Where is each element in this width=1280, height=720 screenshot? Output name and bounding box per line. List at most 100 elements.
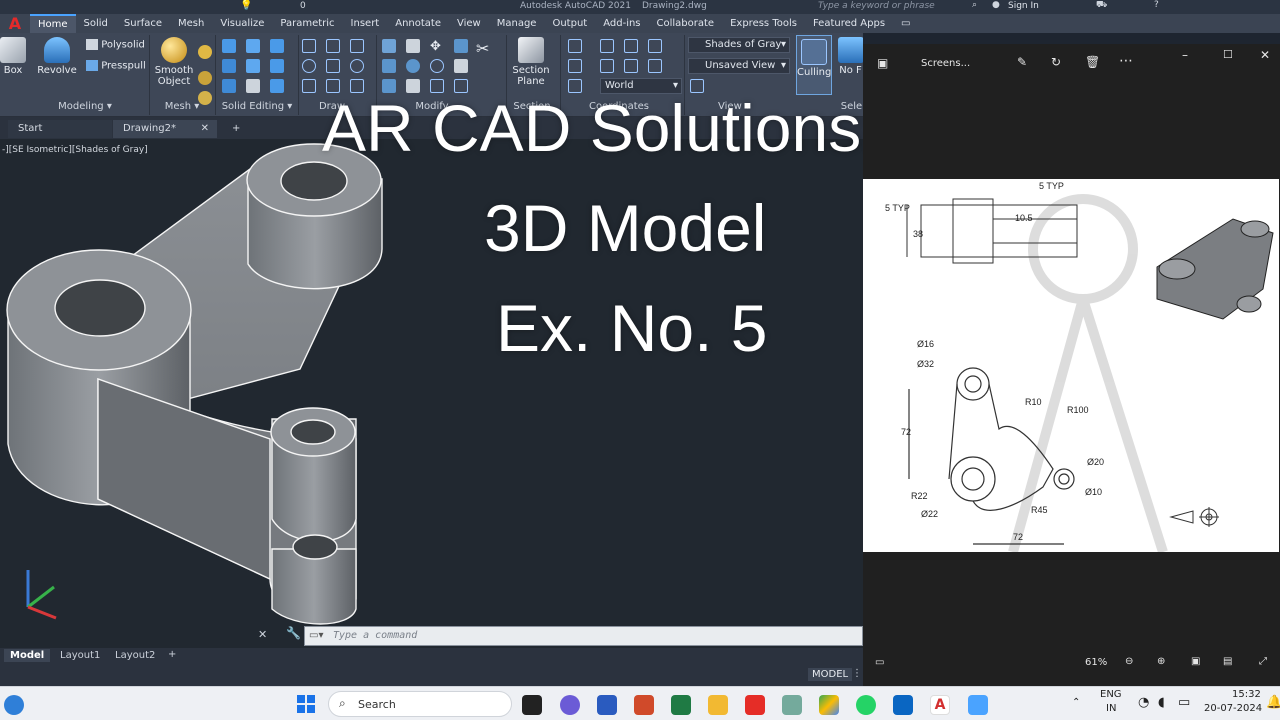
autocad-icon[interactable]: A [930, 695, 950, 715]
tab-add-ins[interactable]: Add-ins [595, 14, 648, 33]
array-icon[interactable] [454, 39, 468, 53]
revolve-button[interactable]: Revolve [36, 37, 78, 76]
linkedin-icon[interactable] [893, 695, 913, 715]
tab-featured-apps[interactable]: Featured Apps [805, 14, 893, 33]
actual-size-icon[interactable]: ▤ [1223, 656, 1232, 667]
tab-model[interactable]: Model [4, 649, 51, 662]
mesh-tool-icon[interactable] [198, 45, 212, 59]
rotate-3d-icon[interactable] [430, 59, 444, 73]
teams-icon[interactable] [560, 695, 580, 715]
spline-icon[interactable] [326, 59, 340, 73]
zoom-in-icon[interactable]: ⊕ [1157, 656, 1165, 667]
circle-icon[interactable] [302, 59, 316, 73]
extract-edges-icon[interactable] [222, 59, 236, 73]
grid-icon[interactable]: ⋮ [852, 668, 862, 679]
tab-layout2[interactable]: Layout2 [115, 650, 155, 661]
fullscreen-icon[interactable]: ⤢ [1259, 656, 1267, 667]
cart-icon[interactable]: ⛟ [1096, 0, 1107, 11]
subtract-icon[interactable] [246, 39, 260, 53]
wrench-icon[interactable]: 🔧 [286, 626, 301, 640]
tab-surface[interactable]: Surface [116, 14, 170, 33]
panel-solid-editing-label[interactable]: Solid Editing ▾ [218, 101, 296, 115]
intersect-icon[interactable] [270, 39, 284, 53]
ribbon-toggle-icon[interactable]: ▭ [893, 14, 918, 33]
word-icon[interactable] [597, 695, 617, 715]
command-close-icon[interactable]: ✕ [258, 628, 267, 641]
edit-icon[interactable]: ✎ [1017, 55, 1027, 69]
region-indicator[interactable]: IN [1106, 703, 1116, 714]
ucs-x-icon[interactable] [648, 59, 662, 73]
tab-solid[interactable]: Solid [76, 14, 116, 33]
stretch-icon[interactable] [454, 59, 468, 73]
new-tab-button[interactable]: + [222, 120, 250, 138]
tab-collaborate[interactable]: Collaborate [649, 14, 723, 33]
offset-icon[interactable] [406, 59, 420, 73]
polygon-icon[interactable] [302, 79, 316, 93]
copy-icon[interactable] [406, 39, 420, 53]
minimize-icon[interactable]: – [1182, 48, 1188, 62]
line-icon[interactable] [302, 39, 316, 53]
google-drive-icon[interactable] [819, 695, 839, 715]
tab-express-tools[interactable]: Express Tools [722, 14, 805, 33]
file-explorer-icon[interactable] [708, 695, 728, 715]
trim-icon[interactable]: ✂ [476, 39, 490, 58]
maximize-icon[interactable]: ☐ [1223, 48, 1233, 61]
box-button[interactable]: Box [0, 37, 26, 76]
3d-model-render[interactable] [0, 139, 400, 629]
no-filter-button[interactable]: No F [838, 37, 863, 76]
move-icon[interactable]: ✥ [430, 39, 444, 54]
ucs-object-icon[interactable] [600, 59, 614, 73]
clock-date[interactable]: 20-07-2024 [1204, 703, 1262, 714]
zoom-out-icon[interactable]: ⊖ [1125, 656, 1133, 667]
whatsapp-icon[interactable] [856, 695, 876, 715]
clock-time[interactable]: 15:32 [1232, 689, 1261, 700]
task-view-icon[interactable] [522, 695, 542, 715]
mirror-icon[interactable] [382, 39, 396, 53]
command-input[interactable]: ▭▾ Type a command [304, 626, 863, 646]
tab-start[interactable]: Start [8, 120, 112, 138]
model-space-toggle[interactable]: MODEL [808, 668, 853, 681]
arc-icon[interactable] [350, 39, 364, 53]
panel-modeling-label[interactable]: Modeling ▾ [30, 101, 140, 115]
polyline-icon[interactable] [326, 39, 340, 53]
application-menu-icon[interactable]: A [0, 14, 30, 33]
tab-view[interactable]: View [449, 14, 489, 33]
language-indicator[interactable]: ENG [1100, 689, 1122, 700]
command-history-icon[interactable]: ▭▾ [309, 630, 323, 641]
taskbar-search-box[interactable]: ⌕ Search [328, 691, 512, 717]
fit-to-window-icon[interactable]: ▣ [1191, 656, 1200, 667]
add-layout-button[interactable]: + [168, 649, 176, 660]
close-icon[interactable]: ✕ [201, 120, 209, 138]
tab-home[interactable]: Home [30, 14, 76, 33]
union-icon[interactable] [222, 39, 236, 53]
ucs-icon[interactable] [568, 39, 582, 53]
volume-icon[interactable]: ◖ [1158, 695, 1165, 710]
tab-visualize[interactable]: Visualize [212, 14, 272, 33]
delete-icon[interactable]: 🗑 [1085, 55, 1100, 69]
mesh-tool-icon[interactable] [198, 71, 212, 85]
chatgpt-icon[interactable] [782, 695, 802, 715]
tab-manage[interactable]: Manage [489, 14, 545, 33]
user-icon[interactable]: ● [992, 0, 1000, 10]
visual-style-dropdown[interactable]: Shades of Gray ▾ [688, 37, 790, 53]
search-icon[interactable]: ⌕ [972, 0, 977, 10]
polysolid-button[interactable]: Polysolid [86, 39, 145, 51]
tab-drawing2[interactable]: Drawing2* ✕ [113, 120, 217, 138]
photos-icon[interactable] [968, 695, 988, 715]
culling-button[interactable]: Culling [796, 35, 832, 95]
weather-icon[interactable] [4, 695, 24, 715]
shell-icon[interactable] [270, 59, 284, 73]
lightbulb-icon[interactable]: 💡 [240, 0, 252, 11]
thicken-icon[interactable] [246, 79, 260, 93]
powerpoint-icon[interactable] [634, 695, 654, 715]
section-plane-button[interactable]: Section Plane [512, 37, 550, 87]
panel-mesh-label[interactable]: Mesh ▾ [152, 101, 212, 115]
tab-output[interactable]: Output [544, 14, 595, 33]
start-button[interactable] [297, 695, 315, 713]
rotate-icon[interactable]: ↻ [1051, 55, 1061, 69]
youtube-icon[interactable] [745, 695, 765, 715]
help-search-input[interactable]: Type a keyword or phrase [818, 1, 935, 11]
wifi-icon[interactable]: ◔ [1138, 695, 1149, 710]
notification-icon[interactable]: 🔔 [1266, 695, 1280, 710]
tab-mesh[interactable]: Mesh [170, 14, 212, 33]
